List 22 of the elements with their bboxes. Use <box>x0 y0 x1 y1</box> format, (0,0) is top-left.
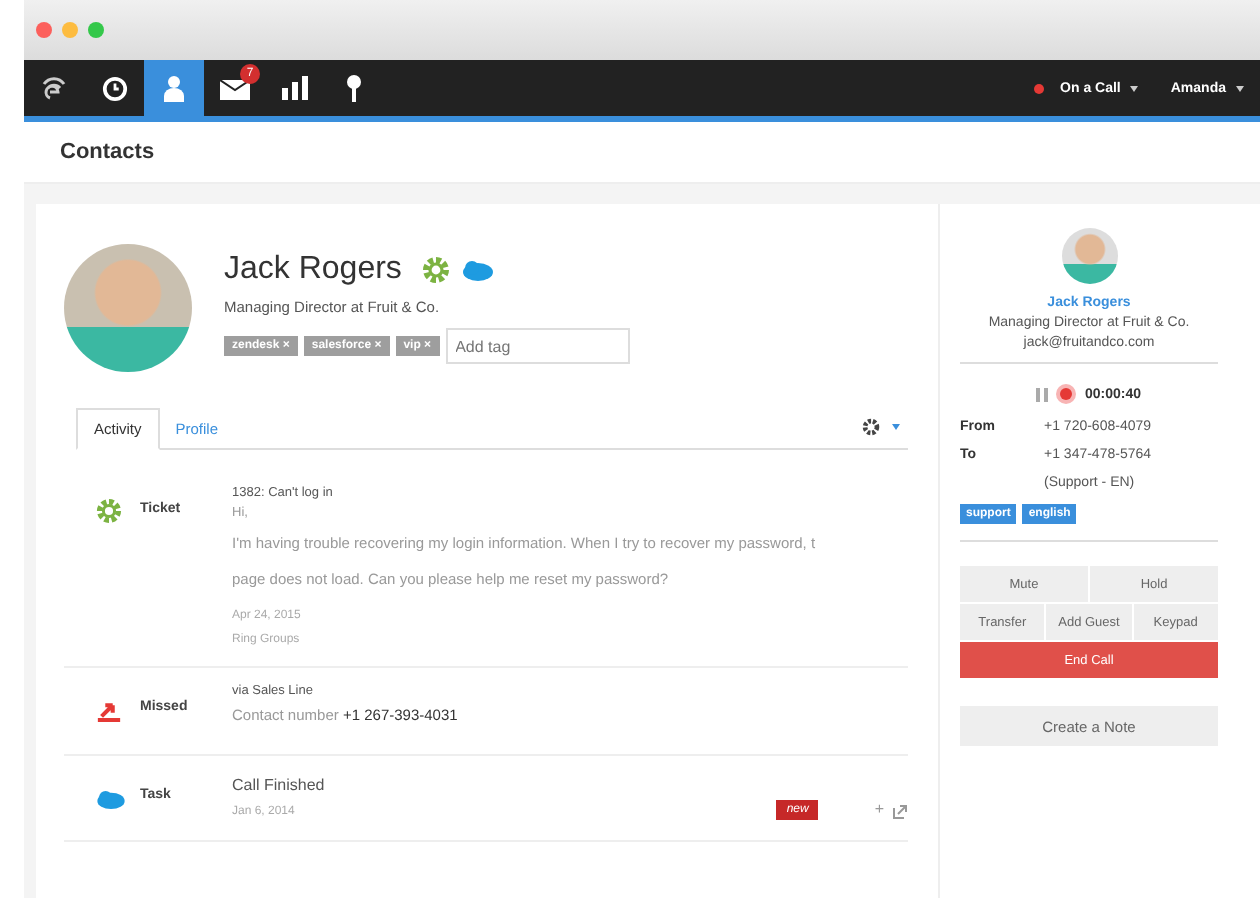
envelope-icon <box>219 76 249 100</box>
record-icon <box>1056 384 1077 404</box>
contact-name: Jack Rogers <box>224 252 402 288</box>
zoom-button[interactable] <box>88 22 104 38</box>
external-link-icon[interactable] <box>892 804 908 820</box>
settings-icon <box>862 418 880 436</box>
page-title: Contacts <box>60 140 155 164</box>
clock-icon <box>101 75 127 101</box>
close-button[interactable] <box>36 22 52 38</box>
cloud-icon <box>96 790 126 810</box>
cloud-icon <box>461 259 494 281</box>
add-button[interactable]: + <box>874 800 884 818</box>
person-icon <box>162 74 186 102</box>
gear-icon <box>96 498 122 524</box>
add-tag-field[interactable]: Add tag <box>445 328 630 364</box>
pause-icon[interactable] <box>1036 387 1049 401</box>
logo-icon <box>40 74 68 102</box>
activity-title: Call Finished <box>232 774 327 794</box>
avatar-placeholder <box>1061 228 1117 284</box>
pin-icon <box>346 74 362 102</box>
bar-chart-icon <box>281 76 307 100</box>
gear-icon <box>421 256 450 284</box>
